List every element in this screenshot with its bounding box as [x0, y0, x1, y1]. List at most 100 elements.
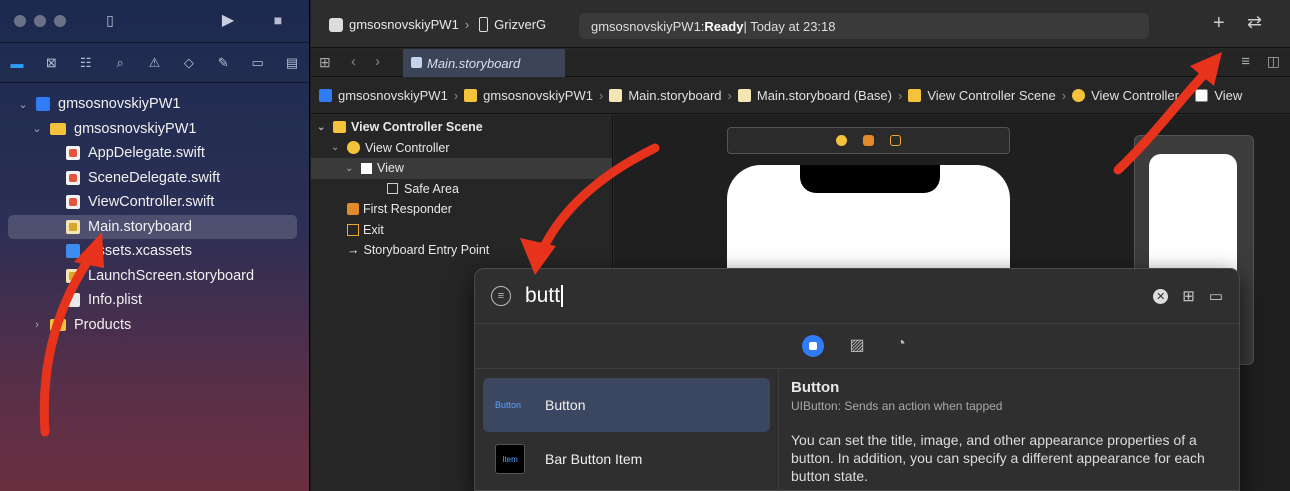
tree-item-group[interactable]: ⌄ gmsosnovskiyPW1 [0, 117, 309, 142]
sidebar-toggle-icon[interactable]: ▯ [100, 10, 120, 30]
device-notch [800, 165, 940, 193]
test-navigator-icon[interactable]: ◇ [178, 55, 200, 71]
outline-view-controller[interactable]: ⌄ View Controller [311, 138, 612, 159]
jump-item[interactable]: View [1214, 88, 1242, 103]
minimize-window-button[interactable] [34, 15, 46, 27]
debug-navigator-icon[interactable]: ✎ [212, 55, 234, 71]
app-scheme-icon [329, 17, 343, 32]
jump-item[interactable]: gmsosnovskiyPW1 [338, 88, 448, 103]
outline-entry-point[interactable]: → Storyboard Entry Point [311, 240, 612, 261]
detail-description: You can set the title, image, and other … [791, 432, 1205, 484]
library-search-bar: ≡ butt [475, 269, 1239, 324]
file-tree: ⌄ gmsosnovskiyPW1 ⌄ gmsosnovskiyPW1 AppDel… [0, 92, 309, 337]
swift-file-icon [66, 170, 80, 185]
project-navigator: ▯ ▶ ■ ▬ ⊠ ☷ ⌕ ⚠ ◇ ✎ ▭ ▤ ⌄ gmsosnovskiyPW1… [0, 0, 310, 491]
detail-view-icon[interactable]: ▭ [1209, 287, 1223, 305]
chevron-down-icon[interactable]: ⌄ [16, 98, 30, 111]
colors-tab-icon[interactable]: ◔ [890, 335, 912, 357]
tab-main-storyboard[interactable]: Main.storyboard [403, 49, 565, 77]
filter-icon[interactable]: ≡ [491, 286, 511, 306]
tree-item-project[interactable]: ⌄ gmsosnovskiyPW1 [0, 92, 309, 117]
split-editor-icon[interactable]: ◫ [1267, 53, 1280, 70]
result-bar-button-item[interactable]: Item Bar Button Item [483, 432, 770, 486]
jump-item[interactable]: View Controller Scene [927, 88, 1055, 103]
chevron-right-icon[interactable]: › [30, 319, 44, 331]
tree-item-assets[interactable]: Assets.xcassets [0, 239, 309, 264]
find-navigator-icon[interactable]: ⌕ [109, 55, 131, 71]
assets-icon [66, 244, 80, 259]
tree-item-scenedelegate[interactable]: SceneDelegate.swift [0, 166, 309, 191]
project-icon [319, 89, 332, 102]
folder-navigator-icon[interactable]: ▬ [6, 56, 28, 71]
chevron-down-icon[interactable]: ⌄ [345, 163, 357, 174]
chevron-down-icon[interactable]: ⌄ [331, 142, 343, 153]
scheme-name: gmsosnovskiyPW1 [349, 17, 459, 32]
first-responder-icon[interactable] [863, 135, 874, 146]
jump-item[interactable]: Main.storyboard (Base) [757, 88, 892, 103]
view-controller-icon[interactable] [836, 135, 847, 146]
editor-options-icon[interactable]: ≡ [1241, 53, 1250, 70]
code-review-button[interactable]: ⇄ [1247, 12, 1262, 33]
stop-icon[interactable]: ■ [268, 10, 288, 30]
outline-safe-area[interactable]: Safe Area [311, 179, 612, 200]
close-window-button[interactable] [14, 15, 26, 27]
tree-item-products[interactable]: › Products [0, 313, 309, 338]
library-results: Button Button Item Bar Button Item [475, 370, 779, 490]
detail-title: Button [791, 379, 840, 396]
report-navigator-icon[interactable]: ▤ [281, 55, 303, 71]
zoom-window-button[interactable] [54, 15, 66, 27]
jump-item[interactable]: gmsosnovskiyPW1 [483, 88, 593, 103]
storyboard-icon [609, 89, 623, 102]
outline-first-responder[interactable]: First Responder [311, 199, 612, 220]
grid-icon[interactable]: ⊞ [319, 54, 331, 71]
run-icon[interactable]: ▶ [218, 10, 238, 30]
clear-search-icon[interactable]: ✕ [1153, 288, 1169, 304]
jump-item[interactable]: Main.storyboard [628, 88, 721, 103]
scene-dock [727, 127, 1010, 154]
tree-item-infoplist[interactable]: Info.plist [0, 288, 309, 313]
scheme-selector[interactable]: gmsosnovskiyPW1 › GrizverG [329, 17, 546, 32]
issue-navigator-icon[interactable]: ⚠ [144, 55, 166, 71]
outline-view[interactable]: ⌄ View [311, 158, 612, 179]
objects-tab-icon[interactable] [802, 335, 824, 357]
forward-icon[interactable]: › [375, 53, 380, 70]
jump-item[interactable]: View Controller [1091, 88, 1179, 103]
view-controller-icon [1072, 89, 1086, 102]
storyboard-icon [66, 268, 80, 283]
device-icon [479, 17, 489, 32]
outline-exit[interactable]: Exit [311, 220, 612, 241]
symbol-navigator-icon[interactable]: ☷ [75, 55, 97, 71]
outline-scene[interactable]: ⌄ View Controller Scene [311, 117, 612, 138]
library-search-input[interactable]: butt [525, 284, 563, 308]
tree-item-launchscreen[interactable]: LaunchScreen.storyboard [0, 264, 309, 289]
media-tab-icon[interactable]: ▨ [846, 335, 868, 357]
source-control-icon[interactable]: ⊠ [40, 55, 62, 71]
arrow-right-icon: → [347, 243, 360, 258]
grid-view-icon[interactable]: ⊞ [1182, 287, 1195, 305]
breakpoint-navigator-icon[interactable]: ▭ [247, 55, 269, 71]
view-icon [1195, 89, 1209, 102]
destination-name[interactable]: GrizverG [494, 17, 546, 32]
window-controls [14, 15, 66, 27]
view-icon [361, 162, 372, 174]
folder-icon [50, 122, 66, 135]
swift-file-icon [66, 146, 80, 161]
result-button[interactable]: Button Button [483, 378, 770, 432]
chevron-down-icon[interactable]: ⌄ [30, 122, 44, 135]
exit-icon[interactable] [890, 135, 901, 146]
bar-button-thumbnail: Item [495, 444, 525, 474]
library-controls: ✕ ⊞ ▭ [1153, 287, 1223, 305]
tree-item-viewcontroller[interactable]: ViewController.swift [0, 190, 309, 215]
scene-icon [333, 121, 346, 134]
first-responder-icon [347, 203, 359, 216]
tree-item-main-storyboard[interactable]: Main.storyboard [8, 214, 297, 239]
tree-item-appdelegate[interactable]: AppDelegate.swift [0, 141, 309, 166]
chevron-down-icon[interactable]: ⌄ [317, 122, 329, 133]
add-library-button[interactable]: + [1213, 12, 1225, 35]
back-icon[interactable]: ‹ [351, 53, 356, 70]
folder-icon [464, 89, 478, 102]
project-icon [36, 97, 50, 112]
swift-file-icon [66, 195, 80, 210]
chevron-right-icon: › [464, 17, 470, 32]
window-toolbar: gmsosnovskiyPW1 › GrizverG gmsosnovskiyP… [311, 0, 1290, 48]
